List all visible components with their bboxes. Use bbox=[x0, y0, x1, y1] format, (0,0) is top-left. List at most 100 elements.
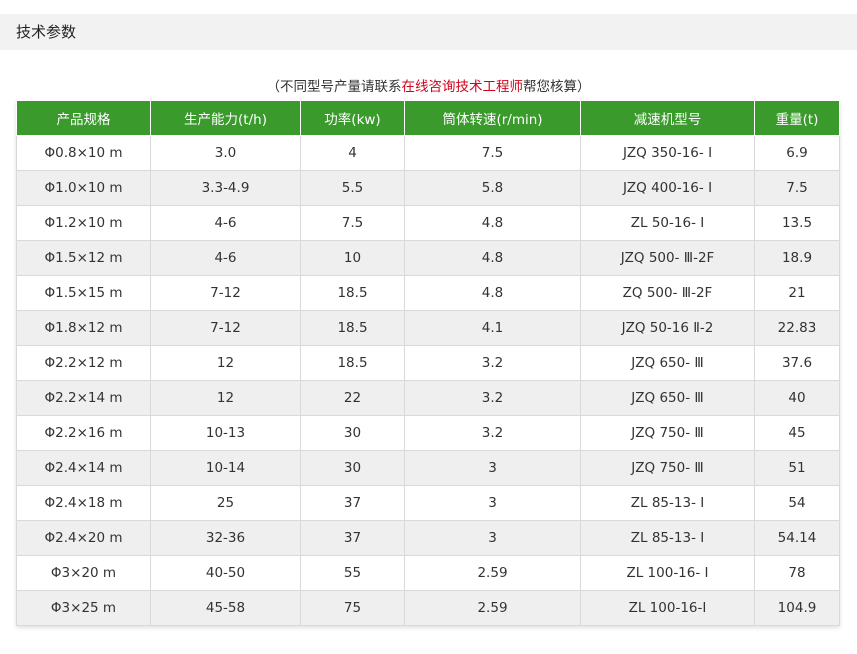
note-prefix: （不同型号产量请联系 bbox=[266, 79, 402, 95]
cell-power: 10 bbox=[300, 240, 405, 276]
table-row: Φ2.2×12 m 12 18.5 3.2 JZQ 650- Ⅲ 37.6 bbox=[16, 345, 840, 381]
table-row: Φ0.8×10 m 3.0 4 7.5 JZQ 350-16- Ⅰ 6.9 bbox=[16, 135, 840, 171]
cell-weight: 22.83 bbox=[754, 310, 840, 346]
cell-speed: 3 bbox=[404, 450, 581, 486]
cell-speed: 2.59 bbox=[404, 555, 581, 591]
cell-reducer: JZQ 650- Ⅲ bbox=[580, 380, 755, 416]
cell-reducer: JZQ 750- Ⅲ bbox=[580, 415, 755, 451]
table-row: Φ3×25 m 45-58 75 2.59 ZL 100-16-I 104.9 bbox=[16, 590, 840, 626]
header-speed: 筒体转速(r/min) bbox=[404, 100, 581, 136]
cell-speed: 7.5 bbox=[404, 135, 581, 171]
cell-spec: Φ2.4×14 m bbox=[16, 450, 151, 486]
cell-capacity: 10-14 bbox=[150, 450, 301, 486]
cell-power: 75 bbox=[300, 590, 405, 626]
table-row: Φ2.4×20 m 32-36 37 3 ZL 85-13- Ⅰ 54.14 bbox=[16, 520, 840, 556]
cell-weight: 51 bbox=[754, 450, 840, 486]
cell-reducer: ZL 85-13- Ⅰ bbox=[580, 485, 755, 521]
header-capacity: 生产能力(t/h) bbox=[150, 100, 301, 136]
cell-reducer: ZQ 500- Ⅲ-2F bbox=[580, 275, 755, 311]
table-row: Φ1.5×12 m 4-6 10 4.8 JZQ 500- Ⅲ-2F 18.9 bbox=[16, 240, 840, 276]
spec-table: 产品规格 生产能力(t/h) 功率(kw) 筒体转速(r/min) 减速机型号 … bbox=[16, 100, 840, 626]
cell-spec: Φ2.2×16 m bbox=[16, 415, 151, 451]
cell-capacity: 7-12 bbox=[150, 275, 301, 311]
cell-spec: Φ1.5×15 m bbox=[16, 275, 151, 311]
cell-reducer: JZQ 750- Ⅲ bbox=[580, 450, 755, 486]
cell-weight: 6.9 bbox=[754, 135, 840, 171]
cell-speed: 4.8 bbox=[404, 240, 581, 276]
cell-weight: 13.5 bbox=[754, 205, 840, 241]
cell-speed: 3 bbox=[404, 520, 581, 556]
cell-weight: 45 bbox=[754, 415, 840, 451]
cell-weight: 54.14 bbox=[754, 520, 840, 556]
cell-power: 37 bbox=[300, 520, 405, 556]
cell-spec: Φ1.0×10 m bbox=[16, 170, 151, 206]
cell-capacity: 12 bbox=[150, 345, 301, 381]
table-row: Φ1.8×12 m 7-12 18.5 4.1 JZQ 50-16 Ⅱ-2 22.83 bbox=[16, 310, 840, 346]
table-row: Φ1.2×10 m 4-6 7.5 4.8 ZL 50-16- Ⅰ 13.5 bbox=[16, 205, 840, 241]
cell-reducer: ZL 100-16-I bbox=[580, 590, 755, 626]
consult-engineer-link[interactable]: 在线咨询技术工程师 bbox=[402, 79, 524, 95]
cell-spec: Φ2.4×18 m bbox=[16, 485, 151, 521]
cell-speed: 3.2 bbox=[404, 345, 581, 381]
cell-speed: 4.8 bbox=[404, 275, 581, 311]
cell-power: 18.5 bbox=[300, 275, 405, 311]
cell-spec: Φ0.8×10 m bbox=[16, 135, 151, 171]
cell-reducer: JZQ 500- Ⅲ-2F bbox=[580, 240, 755, 276]
cell-reducer: ZL 85-13- Ⅰ bbox=[580, 520, 755, 556]
cell-power: 37 bbox=[300, 485, 405, 521]
table-row: Φ2.4×14 m 10-14 30 3 JZQ 750- Ⅲ 51 bbox=[16, 450, 840, 486]
cell-spec: Φ1.2×10 m bbox=[16, 205, 151, 241]
cell-spec: Φ2.2×14 m bbox=[16, 380, 151, 416]
cell-reducer: JZQ 400-16- Ⅰ bbox=[580, 170, 755, 206]
table-row: Φ2.4×18 m 25 37 3 ZL 85-13- Ⅰ 54 bbox=[16, 485, 840, 521]
cell-spec: Φ2.2×12 m bbox=[16, 345, 151, 381]
cell-spec: Φ2.4×20 m bbox=[16, 520, 151, 556]
cell-weight: 54 bbox=[754, 485, 840, 521]
cell-weight: 104.9 bbox=[754, 590, 840, 626]
header-reducer: 减速机型号 bbox=[580, 100, 755, 136]
header-spec: 产品规格 bbox=[16, 100, 151, 136]
cell-capacity: 4-6 bbox=[150, 205, 301, 241]
cell-capacity: 4-6 bbox=[150, 240, 301, 276]
cell-speed: 3 bbox=[404, 485, 581, 521]
cell-reducer: JZQ 50-16 Ⅱ-2 bbox=[580, 310, 755, 346]
cell-power: 4 bbox=[300, 135, 405, 171]
cell-spec: Φ3×25 m bbox=[16, 590, 151, 626]
cell-power: 18.5 bbox=[300, 345, 405, 381]
cell-power: 7.5 bbox=[300, 205, 405, 241]
cell-capacity: 25 bbox=[150, 485, 301, 521]
cell-weight: 21 bbox=[754, 275, 840, 311]
cell-capacity: 45-58 bbox=[150, 590, 301, 626]
header-power: 功率(kw) bbox=[300, 100, 405, 136]
cell-reducer: ZL 100-16- Ⅰ bbox=[580, 555, 755, 591]
cell-weight: 78 bbox=[754, 555, 840, 591]
section-title: 技术参数 bbox=[16, 23, 77, 41]
cell-capacity: 10-13 bbox=[150, 415, 301, 451]
cell-weight: 7.5 bbox=[754, 170, 840, 206]
consult-note: （不同型号产量请联系在线咨询技术工程师帮您核算） bbox=[0, 75, 857, 95]
cell-reducer: JZQ 650- Ⅲ bbox=[580, 345, 755, 381]
cell-power: 30 bbox=[300, 450, 405, 486]
cell-power: 22 bbox=[300, 380, 405, 416]
cell-capacity: 3.0 bbox=[150, 135, 301, 171]
cell-capacity: 7-12 bbox=[150, 310, 301, 346]
cell-spec: Φ3×20 m bbox=[16, 555, 151, 591]
table-row: Φ2.2×14 m 12 22 3.2 JZQ 650- Ⅲ 40 bbox=[16, 380, 840, 416]
table-header-row: 产品规格 生产能力(t/h) 功率(kw) 筒体转速(r/min) 减速机型号 … bbox=[16, 100, 840, 136]
table-row: Φ1.0×10 m 3.3-4.9 5.5 5.8 JZQ 400-16- Ⅰ 7.5 bbox=[16, 170, 840, 206]
cell-capacity: 3.3-4.9 bbox=[150, 170, 301, 206]
cell-capacity: 40-50 bbox=[150, 555, 301, 591]
note-suffix: 帮您核算） bbox=[523, 79, 591, 95]
cell-speed: 3.2 bbox=[404, 380, 581, 416]
cell-speed: 4.8 bbox=[404, 205, 581, 241]
cell-reducer: ZL 50-16- Ⅰ bbox=[580, 205, 755, 241]
cell-spec: Φ1.5×12 m bbox=[16, 240, 151, 276]
table-row: Φ2.2×16 m 10-13 30 3.2 JZQ 750- Ⅲ 45 bbox=[16, 415, 840, 451]
cell-speed: 2.59 bbox=[404, 590, 581, 626]
cell-speed: 4.1 bbox=[404, 310, 581, 346]
table-row: Φ3×20 m 40-50 55 2.59 ZL 100-16- Ⅰ 78 bbox=[16, 555, 840, 591]
cell-capacity: 12 bbox=[150, 380, 301, 416]
cell-speed: 3.2 bbox=[404, 415, 581, 451]
table-row: Φ1.5×15 m 7-12 18.5 4.8 ZQ 500- Ⅲ-2F 21 bbox=[16, 275, 840, 311]
cell-power: 30 bbox=[300, 415, 405, 451]
